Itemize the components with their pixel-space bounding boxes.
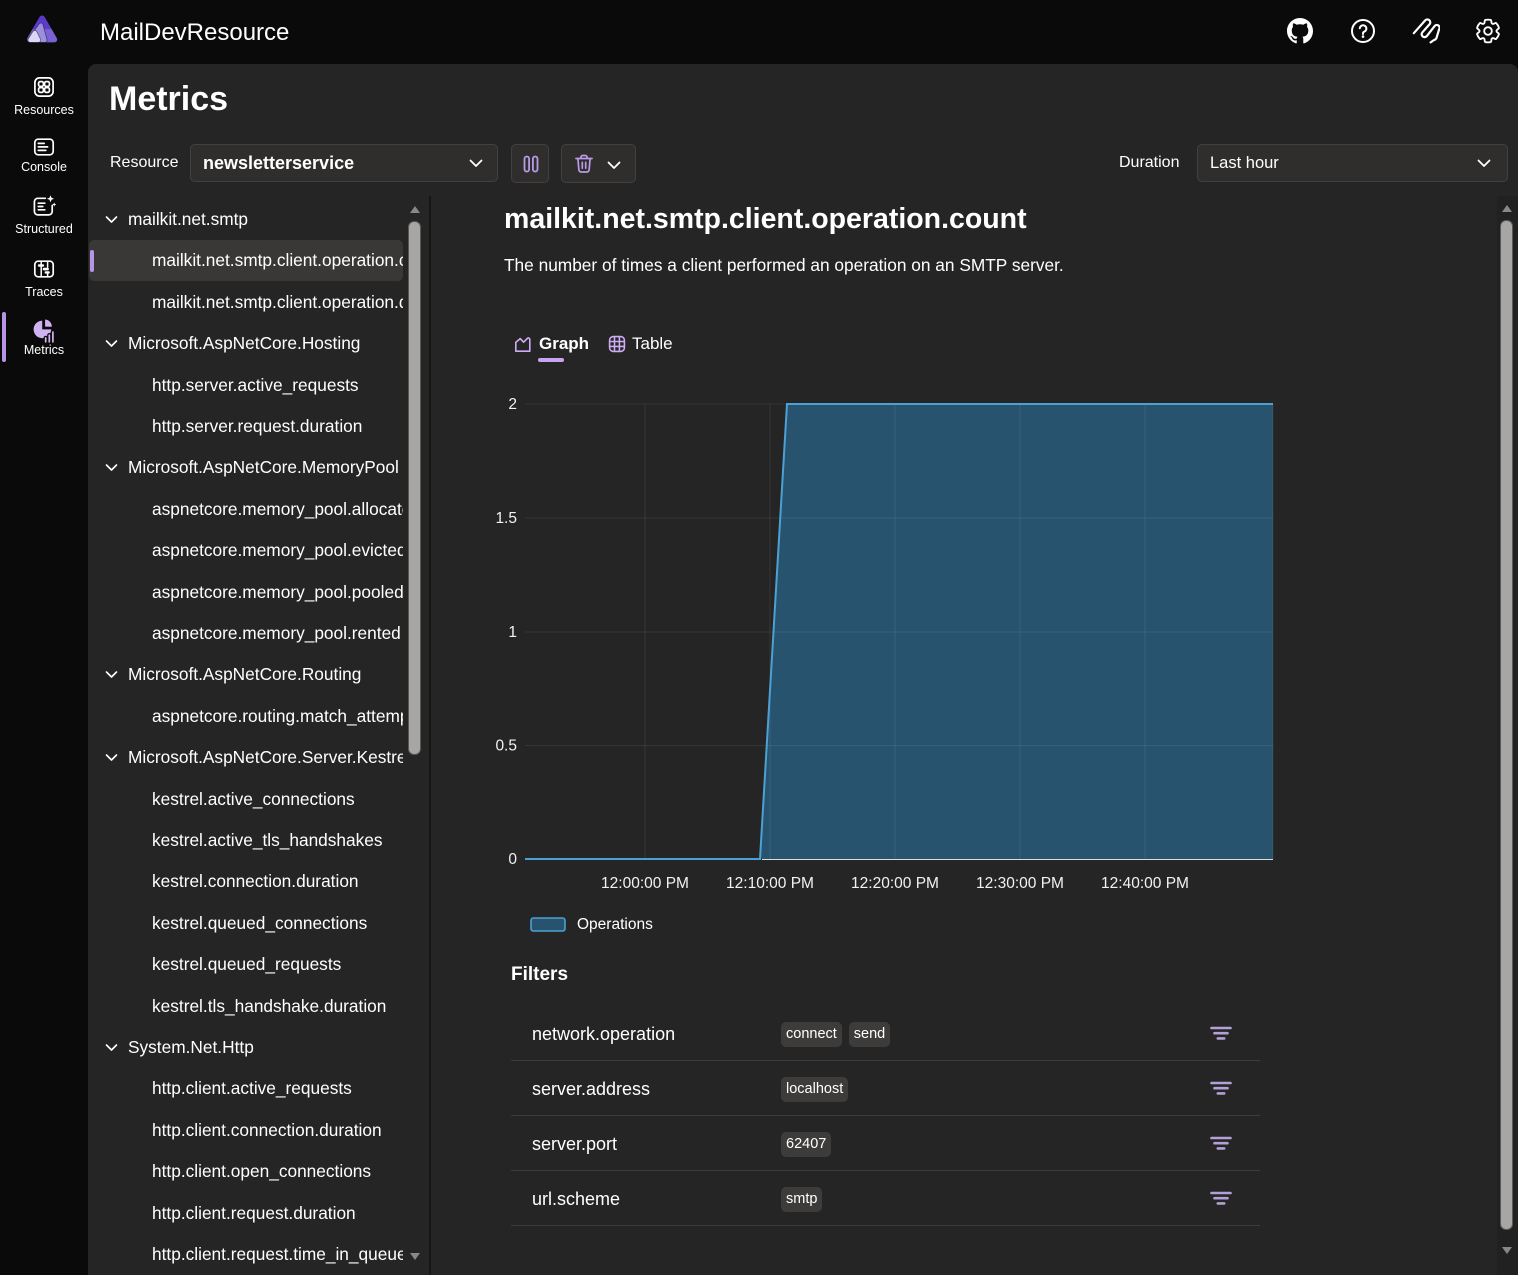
svg-text:0: 0 (508, 851, 517, 868)
svg-text:12:30:00 PM: 12:30:00 PM (976, 875, 1064, 892)
svg-text:2: 2 (508, 396, 517, 413)
svg-text:1.5: 1.5 (495, 510, 517, 527)
svg-text:0.5: 0.5 (495, 738, 517, 755)
svg-text:12:00:00 PM: 12:00:00 PM (601, 875, 689, 892)
svg-text:12:10:00 PM: 12:10:00 PM (726, 875, 814, 892)
svg-text:1: 1 (508, 624, 517, 641)
svg-text:12:20:00 PM: 12:20:00 PM (851, 875, 939, 892)
svg-text:12:40:00 PM: 12:40:00 PM (1101, 875, 1189, 892)
